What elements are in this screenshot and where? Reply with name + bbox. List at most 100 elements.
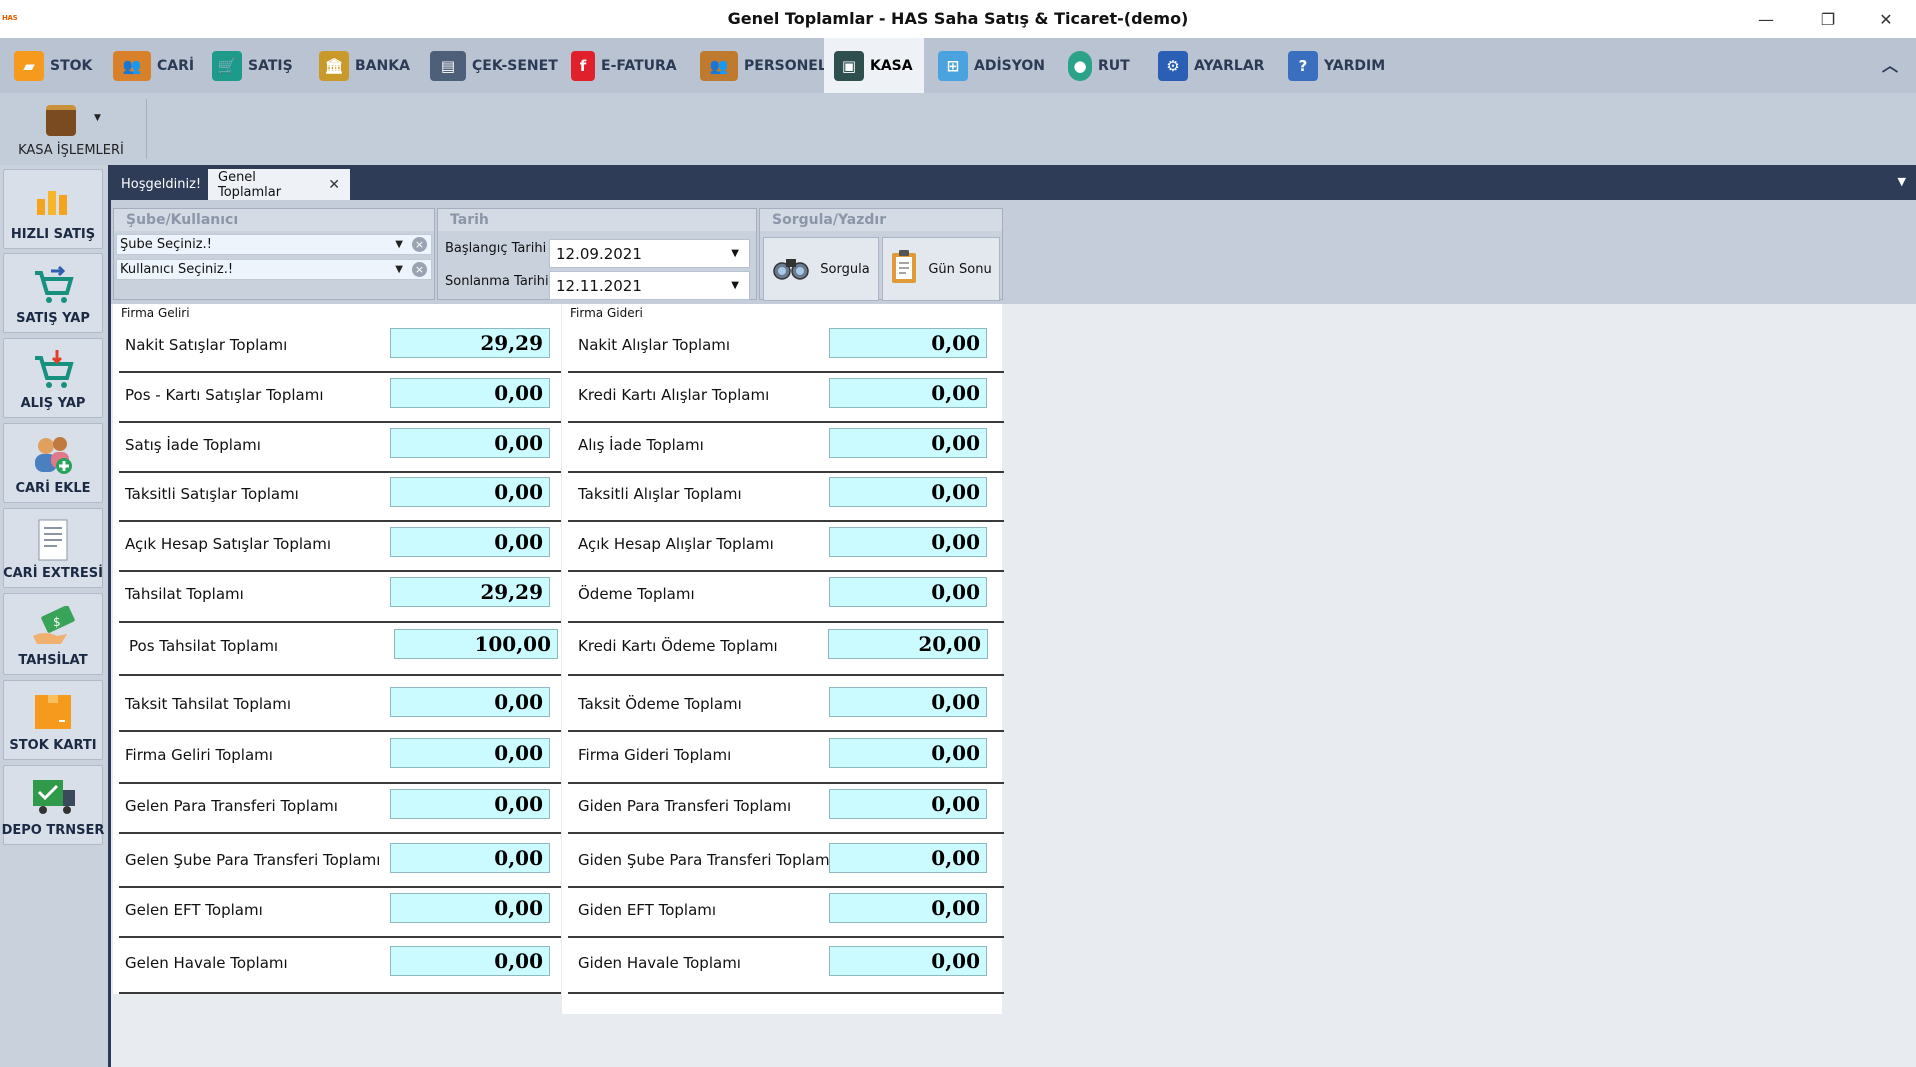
clear-icon[interactable]: × — [412, 262, 427, 277]
people-icon: 👥 — [113, 50, 151, 81]
ribbon-divider — [146, 99, 147, 159]
sidebar-hizli-satis[interactable]: HIZLI SATIŞ — [3, 169, 103, 249]
group-title: Tarih — [438, 209, 756, 231]
baslangic-date-value: 12.09.2021 — [556, 245, 642, 263]
sonlanma-date-value: 12.11.2021 — [556, 277, 642, 295]
total-label: Satış İade Toplamı — [125, 436, 261, 454]
chevron-down-icon[interactable]: ▼ — [395, 260, 403, 280]
total-value-field[interactable]: 0,00 — [390, 687, 550, 717]
row-divider — [119, 992, 561, 994]
total-label: Tahsilat Toplamı — [125, 585, 244, 603]
baslangic-date-input[interactable]: 12.09.2021 ▼ — [549, 239, 750, 268]
menu-label: PERSONEL — [744, 57, 827, 74]
total-value-field[interactable]: 20,00 — [828, 629, 988, 659]
kullanici-select[interactable]: Kullanıcı Seçiniz.! ▼ × — [116, 259, 432, 280]
minimize-button[interactable]: — — [1736, 0, 1796, 38]
total-value-field[interactable]: 0,00 — [390, 428, 550, 458]
close-tab-icon[interactable]: ✕ — [328, 177, 340, 193]
menu-satis[interactable]: 🛒 SATIŞ — [202, 38, 303, 93]
sidebar-label: DEPO TRNSER — [1, 823, 105, 838]
truck-icon — [31, 777, 75, 817]
menu-stok[interactable]: ▰ STOK — [4, 38, 102, 93]
row-divider — [119, 886, 561, 888]
total-label: Kredi Kartı Ödeme Toplamı — [578, 637, 778, 655]
gear-icon: ⚙ — [1158, 50, 1188, 81]
total-label: Nakit Satışlar Toplamı — [125, 336, 288, 354]
menu-cek-senet[interactable]: ▤ ÇEK-SENET — [420, 38, 568, 93]
sorgula-button[interactable]: Sorgula — [763, 237, 879, 301]
sidebar-tahsilat[interactable]: $ TAHSİLAT — [3, 593, 103, 675]
menu-e-fatura[interactable]: f E-FATURA — [561, 38, 687, 93]
sidebar-depo-transfer[interactable]: DEPO TRNSER — [1, 765, 105, 845]
sube-select[interactable]: Şube Seçiniz.! ▼ × — [116, 234, 432, 255]
collapse-ribbon-button[interactable]: ︿ — [1882, 52, 1898, 76]
total-value-field[interactable]: 0,00 — [829, 428, 987, 458]
tab-genel-toplamlar[interactable]: Genel Toplamlar ✕ — [208, 169, 350, 200]
total-label: Giden Para Transferi Toplamı — [578, 797, 792, 815]
total-value-field[interactable]: 0,00 — [829, 527, 987, 557]
row-divider — [568, 621, 1004, 623]
chevron-down-icon[interactable]: ▼ — [731, 240, 739, 268]
chevron-down-icon[interactable]: ▼ — [395, 235, 403, 255]
total-value-field[interactable]: 0,00 — [829, 577, 987, 607]
total-value-field[interactable]: 0,00 — [829, 738, 987, 768]
total-value-field[interactable]: 0,00 — [390, 378, 550, 408]
total-value-field[interactable]: 0,00 — [390, 477, 550, 507]
sidebar-alis-yap[interactable]: ALIŞ YAP — [3, 338, 103, 418]
safe-icon: ▣ — [834, 50, 864, 81]
total-value-field[interactable]: 29,29 — [390, 328, 550, 358]
menu-ayarlar[interactable]: ⚙ AYARLAR — [1148, 38, 1274, 93]
tab-list-dropdown-icon[interactable]: ▼ — [1898, 175, 1906, 188]
chevron-down-icon[interactable]: ▼ — [731, 272, 739, 300]
total-value-field[interactable]: 0,00 — [390, 789, 550, 819]
menu-adisyon[interactable]: ⊞ ADİSYON — [928, 38, 1055, 93]
sonlanma-date-input[interactable]: 12.11.2021 ▼ — [549, 271, 750, 300]
book-icon: ▤ — [430, 50, 466, 81]
total-value-field[interactable]: 0,00 — [390, 738, 550, 768]
row-divider — [568, 570, 1004, 572]
sidebar-cari-ekle[interactable]: CARİ EKLE — [3, 423, 103, 503]
menu-cari[interactable]: 👥 CARİ — [103, 38, 204, 93]
main-menu: ▰ STOK 👥 CARİ 🛒 SATIŞ 🏛 BANKA ▤ ÇEK-SENE… — [0, 38, 1916, 93]
sorgula-label: Sorgula — [820, 261, 870, 277]
row-divider — [568, 832, 1004, 834]
row-divider — [568, 936, 1004, 938]
total-value-field[interactable]: 0,00 — [829, 687, 987, 717]
menu-rut[interactable]: ● RUT — [1058, 38, 1140, 93]
menu-banka[interactable]: 🏛 BANKA — [309, 38, 420, 93]
total-value-field[interactable]: 0,00 — [829, 843, 987, 873]
gun-sonu-button[interactable]: Gün Sonu — [882, 237, 1000, 301]
total-value-field[interactable]: 0,00 — [829, 789, 987, 819]
total-label: Giden EFT Toplamı — [578, 901, 717, 919]
firma-geliri-panel: Firma Geliri Nakit Satışlar Toplamı 29,29… — [113, 304, 561, 994]
total-value-field[interactable]: 0,00 — [829, 328, 987, 358]
total-value-field[interactable]: 29,29 — [390, 577, 550, 607]
sidebar-satis-yap[interactable]: SATIŞ YAP — [3, 253, 103, 333]
menu-label: YARDIM — [1324, 57, 1386, 74]
kasa-islemleri-button[interactable]: ▼ KASA İŞLEMLERİ — [8, 99, 134, 161]
menu-yardim[interactable]: ? YARDIM — [1278, 38, 1395, 93]
menu-kasa[interactable]: ▣ KASA — [824, 38, 924, 93]
kasa-islemleri-label: KASA İŞLEMLERİ — [18, 143, 124, 158]
total-value-field[interactable]: 0,00 — [390, 893, 550, 923]
cart-icon: 🛒 — [212, 50, 242, 81]
tab-hosgeldiniz[interactable]: Hoşgeldiniz! — [111, 169, 207, 200]
sidebar-cari-extresi[interactable]: CARİ EXTRESİ — [3, 508, 103, 588]
total-value-field[interactable]: 0,00 — [829, 893, 987, 923]
sonlanma-label: Sonlanma Tarihi — [445, 274, 549, 289]
restore-button[interactable]: ❐ — [1798, 0, 1858, 38]
total-value-field[interactable]: 0,00 — [829, 477, 987, 507]
sidebar-stok-karti[interactable]: STOK KARTI — [3, 680, 103, 760]
total-value-field[interactable]: 100,00 — [394, 629, 558, 659]
filter-panel: Şube/Kullanıcı Şube Seçiniz.! ▼ × Kullan… — [111, 200, 1916, 305]
total-value-field[interactable]: 0,00 — [829, 378, 987, 408]
total-value-field[interactable]: 0,00 — [390, 527, 550, 557]
total-value-field[interactable]: 0,00 — [390, 843, 550, 873]
sidebar-label: HIZLI SATIŞ — [10, 227, 96, 242]
menu-personel[interactable]: 👥 PERSONEL — [690, 38, 837, 93]
close-window-button[interactable]: ✕ — [1856, 0, 1916, 38]
clear-icon[interactable]: × — [412, 237, 427, 252]
total-value-field[interactable]: 0,00 — [829, 946, 987, 976]
total-value-field[interactable]: 0,00 — [390, 946, 550, 976]
total-label: Ödeme Toplamı — [578, 585, 695, 603]
